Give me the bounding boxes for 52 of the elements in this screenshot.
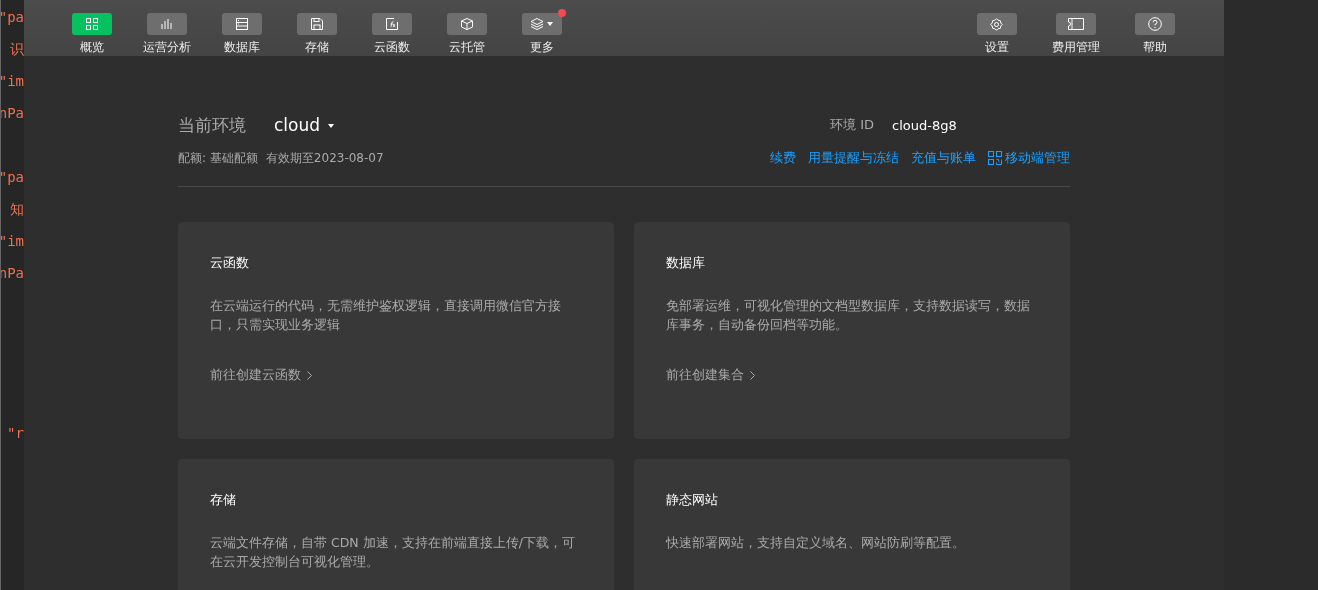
caret-icon <box>328 124 335 128</box>
code-text: "pa <box>1 9 24 25</box>
quota-text: 配额: 基础配额 <box>178 149 258 167</box>
toolbar-button[interactable]: 运营分析 <box>129 0 204 56</box>
toolbar-button[interactable]: 更多 <box>504 0 579 56</box>
toolbar-button[interactable]: 云托管 <box>429 0 504 56</box>
list-icon <box>235 18 248 30</box>
grid-icon <box>85 18 98 30</box>
code-text: "im <box>1 73 24 89</box>
qr-code-icon <box>988 151 1002 165</box>
link[interactable]: 用量提醒与冻结 <box>808 149 899 167</box>
card-description: 云端文件存储，自带 CDN 加速，支持在前端直接上传/下载，可在云开发控制台可视化管理。 <box>210 534 576 571</box>
chevron-right-icon <box>750 370 755 380</box>
link[interactable]: 续费 <box>770 149 796 167</box>
card-link[interactable]: 前往创建云函数 <box>210 366 312 384</box>
environment-id-label: 环境 ID <box>830 116 874 134</box>
toolbar-button[interactable]: 概览 <box>54 0 129 56</box>
code-text: "im <box>1 233 24 249</box>
environment-id-value: cloud-8g8 <box>892 117 957 133</box>
environment-label: 当前环境 <box>178 113 246 137</box>
toolbar-button[interactable]: 费用管理 <box>1036 0 1115 56</box>
toolbar-button[interactable]: 设置 <box>957 0 1036 56</box>
toolbar-button[interactable]: 存储 <box>279 0 354 56</box>
bar-chart-icon <box>160 18 173 30</box>
code-text: "r <box>7 425 24 441</box>
layers-icon <box>530 18 544 30</box>
environment-dropdown[interactable]: cloud <box>274 115 335 135</box>
card-title: 存储 <box>210 491 236 509</box>
card-description: 免部署运维，可视化管理的文档型数据库，支持数据读写，数据库事务，自动备份回档等功能。 <box>666 297 1031 334</box>
settings-icon <box>990 17 1003 31</box>
chevron-right-icon <box>307 370 312 380</box>
card-description: 快速部署网站，支持自定义域名、网站防刷等配置。 <box>666 534 965 552</box>
expiry-text: 有效期至2023-08-07 <box>265 149 384 167</box>
toolbar-button[interactable]: 数据库 <box>204 0 279 56</box>
code-text: 识 <box>10 41 24 57</box>
help-icon <box>1147 17 1162 31</box>
card-title: 静态网站 <box>666 491 718 509</box>
function-icon <box>385 18 398 30</box>
link[interactable]: 充值与账单 <box>911 149 976 167</box>
card-description: 在云端运行的代码，无需维护鉴权逻辑，直接调用微信官方接口，只需实现业务逻辑 <box>210 297 562 334</box>
toolbar-button[interactable]: 帮助 <box>1115 0 1194 56</box>
link[interactable]: 移动端管理 <box>988 149 1070 167</box>
caret-icon <box>547 22 553 26</box>
cube-icon <box>460 18 473 30</box>
card-link[interactable]: 前往创建集合 <box>666 366 755 384</box>
toolbar-button[interactable]: 云函数 <box>354 0 429 56</box>
card-title: 云函数 <box>210 254 249 272</box>
code-text: "pa <box>1 169 24 185</box>
notification-dot <box>557 9 566 17</box>
ticket-icon <box>1067 18 1084 30</box>
code-text: 知 <box>10 201 24 217</box>
card-title: 数据库 <box>666 254 705 272</box>
